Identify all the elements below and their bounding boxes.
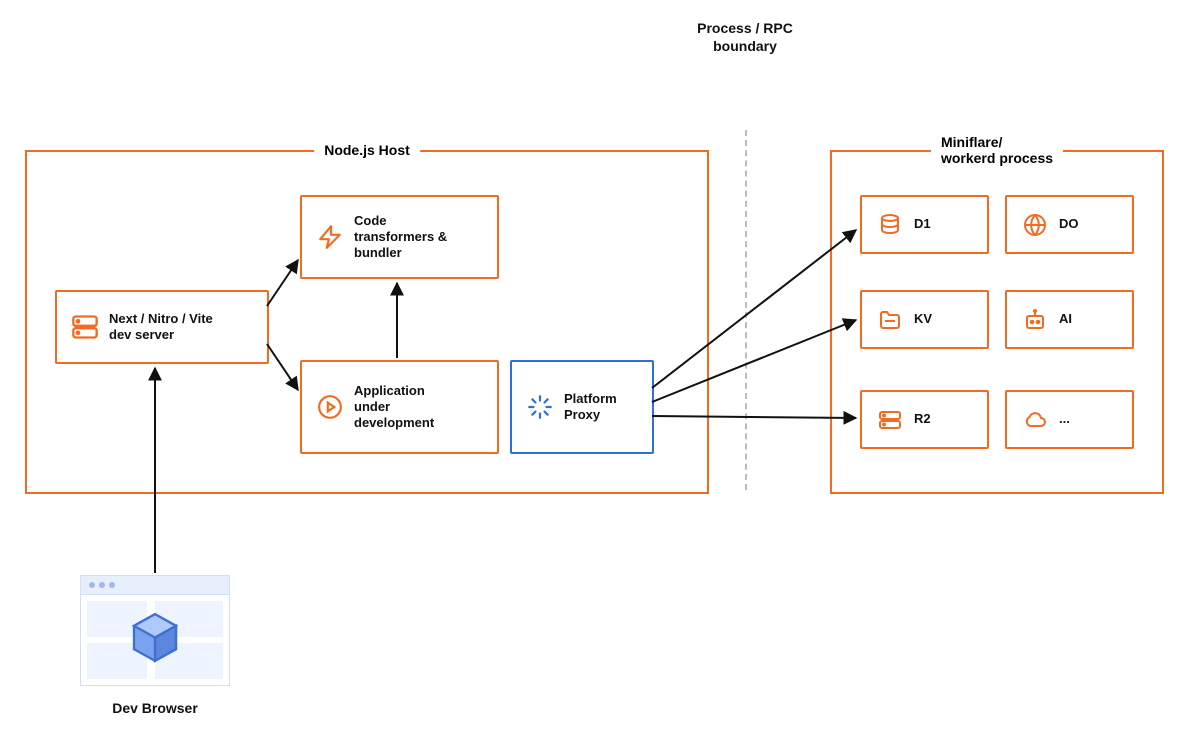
play-icon — [314, 391, 346, 423]
globe-icon — [1019, 209, 1051, 241]
service-more-label: ... — [1059, 411, 1082, 427]
bundler-label: Code transformers & bundler — [354, 213, 459, 262]
service-do-box: DO — [1005, 195, 1134, 254]
service-ai-box: AI — [1005, 290, 1134, 349]
dev-browser-illustration — [80, 575, 230, 686]
app-box: Application under development — [300, 360, 499, 454]
platform-proxy-label: Platform Proxy — [564, 391, 629, 424]
cloud-icon — [1019, 404, 1051, 436]
platform-proxy-box: Platform Proxy — [510, 360, 654, 454]
server-icon — [69, 311, 101, 343]
service-r2-label: R2 — [914, 411, 943, 427]
database-icon — [874, 209, 906, 241]
service-more-box: ... — [1005, 390, 1134, 449]
process-boundary-line — [745, 130, 747, 490]
service-kv-box: KV — [860, 290, 989, 349]
service-d1-label: D1 — [914, 216, 943, 232]
cube-icon — [127, 610, 183, 671]
dev-server-label: Next / Nitro / Vite dev server — [109, 311, 225, 344]
browser-titlebar — [80, 575, 230, 594]
lightning-icon — [314, 221, 346, 253]
service-do-label: DO — [1059, 216, 1091, 232]
bundler-box: Code transformers & bundler — [300, 195, 499, 279]
service-r2-box: R2 — [860, 390, 989, 449]
browser-viewport — [80, 594, 230, 686]
nodejs-host-title: Node.js Host — [314, 142, 420, 158]
service-kv-label: KV — [914, 311, 944, 327]
app-label: Application under development — [354, 383, 446, 432]
dev-server-box: Next / Nitro / Vite dev server — [55, 290, 269, 364]
folder-icon — [874, 304, 906, 336]
miniflare-title: Miniflare/ workerd process — [931, 134, 1063, 166]
robot-icon — [1019, 304, 1051, 336]
storage-icon — [874, 404, 906, 436]
service-d1-box: D1 — [860, 195, 989, 254]
loading-icon — [524, 391, 556, 423]
boundary-label: Process / RPC boundary — [680, 20, 810, 55]
service-ai-label: AI — [1059, 311, 1084, 327]
dev-browser-label: Dev Browser — [80, 700, 230, 718]
